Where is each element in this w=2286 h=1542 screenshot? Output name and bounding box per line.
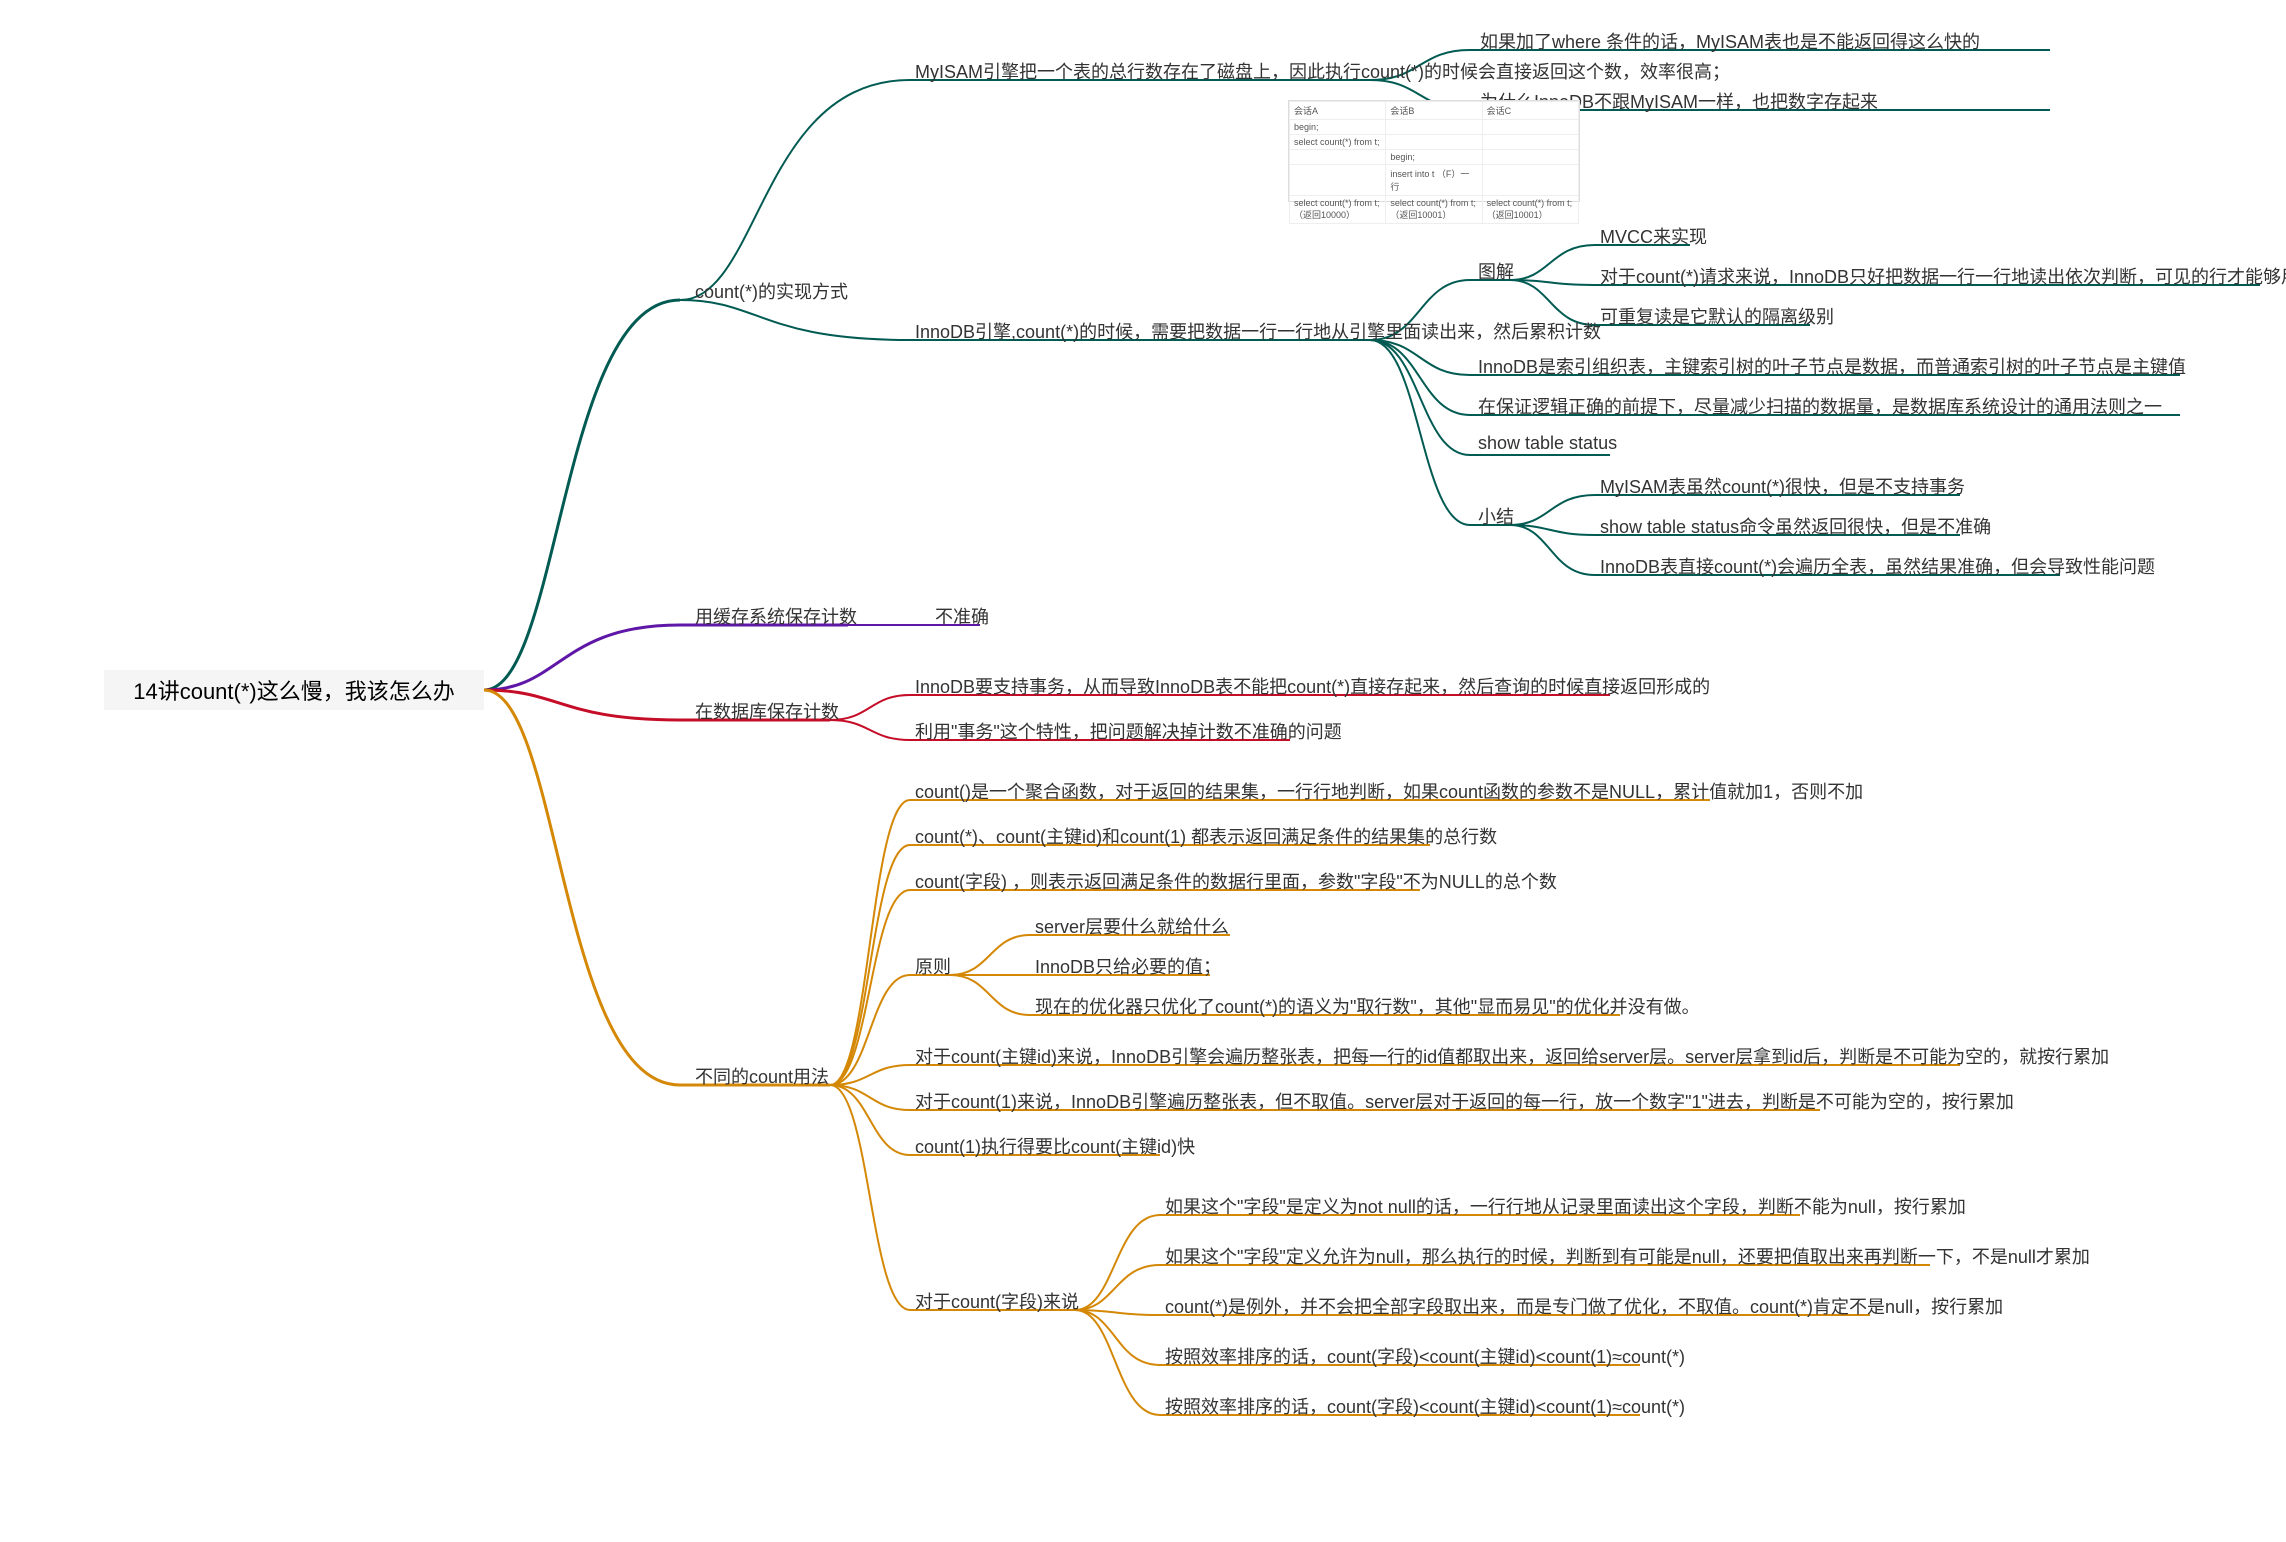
td: begin;	[1386, 150, 1482, 165]
node-myisam-c1[interactable]: 如果加了where 条件的话，MyISAM表也是不能返回得这么快的	[1480, 28, 1980, 54]
node-b4[interactable]: 不同的count用法	[695, 1063, 829, 1089]
node-b4c5[interactable]: 对于count(主键id)来说，InnoDB引擎会遍历整张表，把每一行的id值都…	[915, 1043, 2109, 1069]
node-innodb[interactable]: InnoDB引擎,count(*)的时候，需要把数据一行一行地从引擎里面读出来，…	[915, 318, 1601, 344]
node-tj4[interactable]: InnoDB是索引组织表，主键索引树的叶子节点是数据，而普通索引树的叶子节点是主…	[1478, 353, 2186, 379]
node-b1[interactable]: count(*)的实现方式	[695, 278, 848, 304]
node-b2v[interactable]: 不准确	[935, 603, 989, 629]
node-tj[interactable]: 图解	[1478, 258, 1514, 284]
root-node[interactable]: 14讲count(*)这么慢，我该怎么办	[104, 670, 484, 710]
root-label: 14讲count(*)这么慢，我该怎么办	[133, 674, 455, 706]
node-b4c3[interactable]: count(字段) ，则表示返回满足条件的数据行里面，参数"字段"不为NULL的…	[915, 868, 1557, 894]
node-b4c7[interactable]: count(1)执行得要比count(主键id)快	[915, 1133, 1195, 1159]
node-b4yz3[interactable]: 现在的优化器只优化了count(*)的语义为"取行数"，其他"显而易见"的优化并…	[1035, 993, 1700, 1019]
node-b3[interactable]: 在数据库保存计数	[695, 698, 839, 724]
node-b4c1[interactable]: count()是一个聚合函数，对于返回的结果集，一行行地判断，如果count函数…	[915, 778, 1863, 804]
node-b4zd2[interactable]: 如果这个"字段"定义允许为null，那么执行的时候，判断到有可能是null，还要…	[1165, 1243, 2090, 1269]
node-tj6[interactable]: show table status	[1478, 433, 1617, 454]
node-b4zd4[interactable]: 按照效率排序的话，count(字段)<count(主键id)<count(1)≈…	[1165, 1343, 1685, 1369]
td: begin;	[1290, 120, 1386, 135]
node-b4zd3[interactable]: count(*)是例外，并不会把全部字段取出来，而是专门做了优化，不取值。cou…	[1165, 1293, 2003, 1319]
node-tj5[interactable]: 在保证逻辑正确的前提下，尽量减少扫描的数据量，是数据库系统设计的通用法则之一	[1478, 393, 2162, 419]
th-b: 会话B	[1386, 102, 1482, 120]
node-b4yz[interactable]: 原则	[915, 953, 951, 979]
node-b3v2[interactable]: 利用"事务"这个特性，把问题解决掉计数不准确的问题	[915, 718, 1342, 744]
node-xj1[interactable]: MyISAM表虽然count(*)很快，但是不支持事务	[1600, 473, 1965, 499]
node-b4zd5[interactable]: 按照效率排序的话，count(字段)<count(主键id)<count(1)≈…	[1165, 1393, 1685, 1419]
td: insert into t （F）一行	[1386, 165, 1482, 196]
diagram-thumbnail: 会话A会话B会话C begin; select count(*) from t;…	[1288, 100, 1580, 202]
node-myisam[interactable]: MyISAM引擎把一个表的总行数存在了磁盘上，因此执行count(*)的时候会直…	[915, 58, 1730, 84]
td: select count(*) from t;（返回10000）	[1290, 196, 1386, 224]
th-c: 会话C	[1482, 102, 1578, 120]
node-b4zd[interactable]: 对于count(字段)来说	[915, 1288, 1079, 1314]
node-b4yz2[interactable]: InnoDB只给必要的值；	[1035, 953, 1221, 979]
td: select count(*) from t;（返回10001）	[1482, 196, 1578, 224]
node-b2[interactable]: 用缓存系统保存计数	[695, 603, 857, 629]
node-tj2[interactable]: 对于count(*)请求来说，InnoDB只好把数据一行一行地读出依次判断，可见…	[1600, 263, 2286, 289]
node-xj[interactable]: 小结	[1478, 503, 1514, 529]
node-b4yz1[interactable]: server层要什么就给什么	[1035, 913, 1229, 939]
node-xj2[interactable]: show table status命令虽然返回很快，但是不准确	[1600, 513, 1991, 539]
mindmap-canvas: 14讲count(*)这么慢，我该怎么办 count(*)的实现方式 MyISA…	[0, 0, 2286, 1542]
node-b4c6[interactable]: 对于count(1)来说，InnoDB引擎遍历整张表，但不取值。server层对…	[915, 1088, 2014, 1114]
node-xj3[interactable]: InnoDB表直接count(*)会遍历全表，虽然结果准确，但会导致性能问题	[1600, 553, 2155, 579]
td: select count(*) from t;	[1290, 135, 1386, 150]
node-b4zd1[interactable]: 如果这个"字段"是定义为not null的话，一行行地从记录里面读出这个字段，判…	[1165, 1193, 1966, 1219]
node-tj1[interactable]: MVCC来实现	[1600, 223, 1707, 249]
node-tj3[interactable]: 可重复读是它默认的隔离级别	[1600, 303, 1834, 329]
th-a: 会话A	[1290, 102, 1386, 120]
node-b3v1[interactable]: InnoDB要支持事务，从而导致InnoDB表不能把count(*)直接存起来，…	[915, 673, 1710, 699]
td: select count(*) from t;（返回10001）	[1386, 196, 1482, 224]
node-b4c2[interactable]: count(*)、count(主键id)和count(1) 都表示返回满足条件的…	[915, 823, 1497, 849]
